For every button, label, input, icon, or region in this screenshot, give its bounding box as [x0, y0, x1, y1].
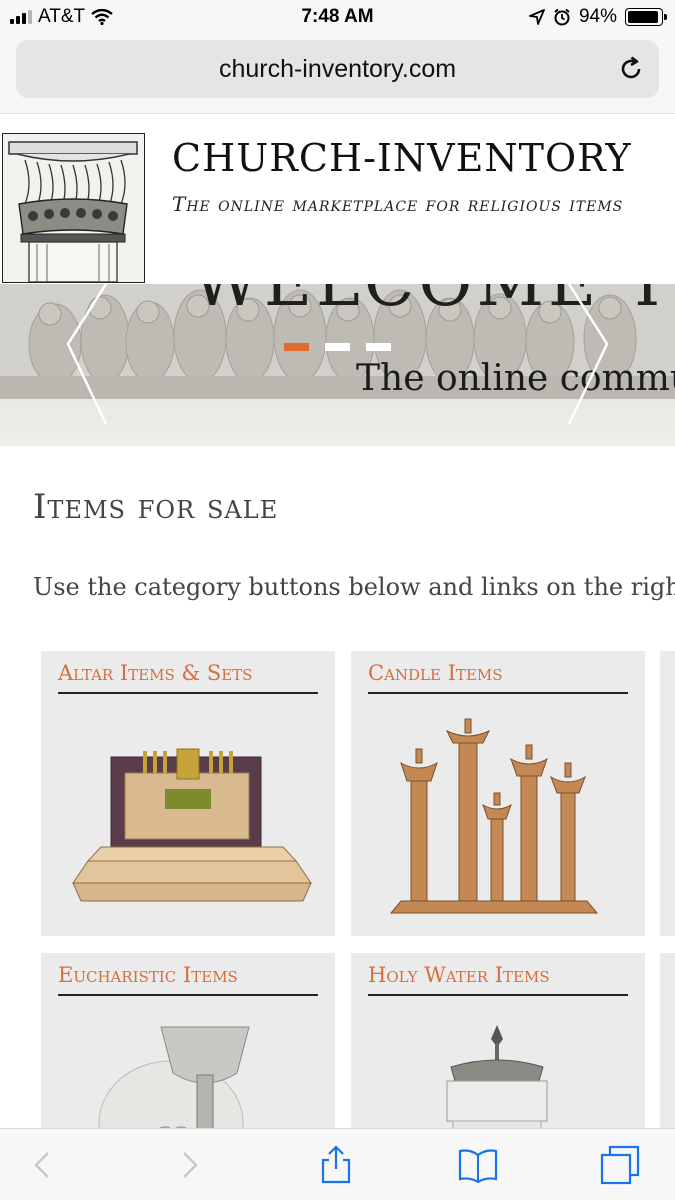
section-title: Items for sale: [33, 487, 279, 527]
site-tagline: The online marketplace for religious ite…: [172, 192, 624, 216]
site-header: CHURCH-INVENTORY The online marketplace …: [0, 114, 675, 284]
status-right: 94%: [529, 6, 667, 28]
battery-icon: [625, 8, 667, 26]
forward-icon[interactable]: [170, 1145, 210, 1185]
location-icon: [529, 9, 545, 25]
category-card-altar[interactable]: Altar Items & Sets: [41, 651, 335, 936]
share-icon[interactable]: [316, 1145, 356, 1185]
category-rule: [58, 994, 318, 996]
category-title-candle[interactable]: Candle Items: [368, 661, 503, 685]
altar-image: [72, 748, 312, 902]
site-title[interactable]: CHURCH-INVENTORY: [172, 136, 632, 180]
status-bar: AT&T 7:48 AM 94%: [0, 0, 675, 34]
browser-toolbar: [0, 1128, 675, 1200]
category-rule: [58, 692, 318, 694]
slider-dot[interactable]: [366, 343, 391, 351]
slider-prev-arrow-icon[interactable]: [62, 284, 112, 424]
category-rule: [368, 994, 628, 996]
category-rule: [368, 692, 628, 694]
slider-next-arrow-icon[interactable]: [563, 284, 613, 424]
battery-fill: [628, 11, 659, 23]
category-title-altar[interactable]: Altar Items & Sets: [58, 661, 252, 685]
category-card-candle[interactable]: Candle Items: [351, 651, 645, 936]
battery-percent: 94%: [578, 6, 617, 27]
hero-subtitle: The online community: [356, 358, 675, 399]
reload-icon[interactable]: [617, 55, 645, 83]
candlesticks-image: [389, 718, 599, 914]
bookmarks-icon[interactable]: [458, 1145, 498, 1185]
slider-dot[interactable]: [325, 343, 350, 351]
slider-dots: [284, 343, 391, 351]
address-bar[interactable]: church-inventory.com: [16, 40, 659, 98]
category-title-holy-water[interactable]: Holy Water Items: [368, 963, 550, 987]
browser-address-area: church-inventory.com: [0, 34, 675, 114]
category-card-peek[interactable]: [660, 651, 675, 936]
url-text: church-inventory.com: [218, 55, 457, 83]
hero-slider[interactable]: WELCOME TO The online community: [0, 284, 675, 446]
category-title-eucharistic[interactable]: Eucharistic Items: [58, 963, 238, 987]
column-capital-logo[interactable]: [2, 133, 145, 283]
tabs-icon[interactable]: [600, 1145, 640, 1185]
alarm-icon: [554, 8, 570, 26]
intro-text: Use the category buttons below and links…: [33, 573, 675, 601]
back-icon[interactable]: [22, 1145, 62, 1185]
slider-dot[interactable]: [284, 343, 309, 351]
